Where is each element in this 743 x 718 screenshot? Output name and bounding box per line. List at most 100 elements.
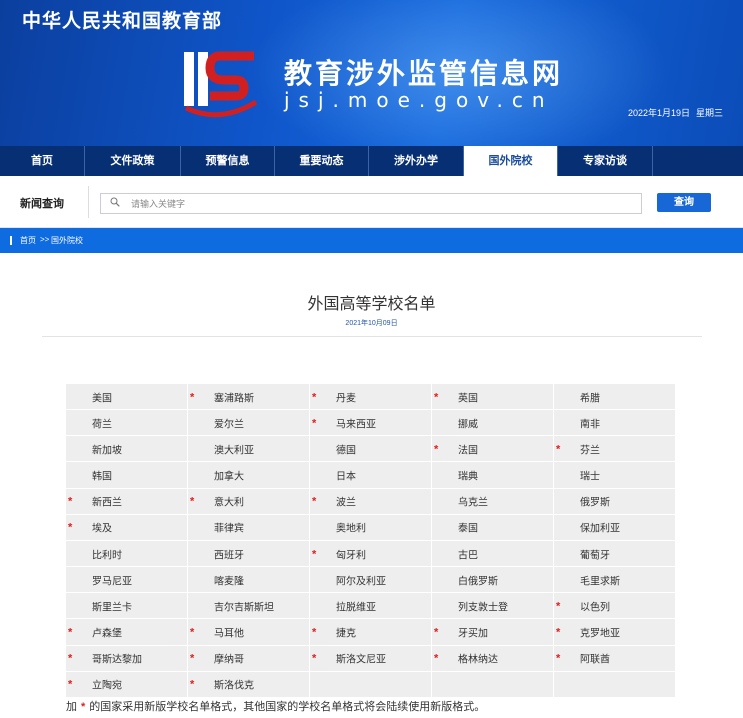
country-name[interactable]: 斯里兰卡 — [92, 598, 132, 613]
country-name[interactable]: 喀麦隆 — [214, 572, 244, 587]
country-name[interactable]: 立陶宛 — [92, 677, 122, 692]
country-cell[interactable]: * 波兰 — [310, 488, 431, 514]
country-cell[interactable]: * 捷克 — [310, 619, 431, 645]
country-name[interactable]: 日本 — [336, 468, 356, 483]
nav-item-cooperation[interactable]: 涉外办学 — [369, 146, 464, 176]
country-cell[interactable]: 葡萄牙 — [554, 540, 675, 567]
country-name[interactable]: 斯洛文尼亚 — [336, 651, 386, 666]
country-name[interactable]: 丹麦 — [336, 389, 356, 404]
country-cell[interactable]: * 丹麦 — [310, 384, 431, 410]
country-name[interactable]: 列支敦士登 — [458, 598, 508, 613]
country-cell[interactable]: 罗马尼亚 — [66, 567, 187, 593]
country-name[interactable]: 芬兰 — [580, 441, 600, 456]
country-name[interactable]: 希腊 — [580, 389, 600, 404]
country-name[interactable]: 以色列 — [580, 598, 610, 613]
country-cell[interactable]: 列支敦士登 — [432, 593, 553, 619]
country-cell[interactable]: 吉尔吉斯斯坦 — [188, 593, 309, 619]
country-cell[interactable]: 毛里求斯 — [554, 567, 675, 593]
country-name[interactable]: 阿联酋 — [580, 651, 610, 666]
country-cell[interactable]: * 芬兰 — [554, 436, 675, 462]
country-cell[interactable]: * 以色列 — [554, 593, 675, 619]
nav-item-policy[interactable]: 文件政策 — [85, 146, 181, 176]
country-cell[interactable]: 西班牙 — [188, 540, 309, 567]
country-name[interactable]: 牙买加 — [458, 625, 488, 640]
country-cell[interactable]: * 意大利 — [188, 488, 309, 514]
country-cell[interactable]: * 新西兰 — [66, 488, 187, 514]
country-name[interactable]: 格林纳达 — [458, 651, 498, 666]
country-cell[interactable]: 阿尔及利亚 — [310, 567, 431, 593]
breadcrumb-current[interactable]: 国外院校 — [51, 235, 83, 246]
country-name[interactable]: 哥斯达黎加 — [92, 651, 142, 666]
country-cell[interactable]: 德国 — [310, 436, 431, 462]
ministry-name[interactable]: 中华人民共和国教育部 — [22, 6, 222, 33]
country-cell[interactable]: * 格林纳达 — [432, 645, 553, 671]
nav-item-foreign-schools[interactable]: 国外院校 — [464, 146, 558, 176]
country-cell[interactable]: * 牙买加 — [432, 619, 553, 645]
country-cell[interactable]: 澳大利亚 — [188, 436, 309, 462]
search-input[interactable] — [131, 196, 631, 211]
breadcrumb-home[interactable]: 首页 — [20, 235, 36, 246]
country-name[interactable]: 比利时 — [92, 546, 122, 561]
country-name[interactable]: 韩国 — [92, 468, 112, 483]
country-name[interactable]: 美国 — [92, 389, 112, 404]
country-cell[interactable]: * 塞浦路斯 — [188, 384, 309, 410]
site-logo-icon[interactable] — [180, 42, 260, 122]
country-cell[interactable]: * 马耳他 — [188, 619, 309, 645]
country-name[interactable]: 瑞典 — [458, 468, 478, 483]
country-name[interactable]: 俄罗斯 — [580, 494, 610, 509]
country-name[interactable]: 奥地利 — [336, 520, 366, 535]
country-cell[interactable]: * 斯洛文尼亚 — [310, 645, 431, 671]
country-name[interactable]: 拉脱维亚 — [336, 598, 376, 613]
country-name[interactable]: 法国 — [458, 441, 478, 456]
country-name[interactable]: 匈牙利 — [336, 546, 366, 561]
country-cell[interactable]: 挪威 — [432, 410, 553, 436]
country-cell[interactable]: * 英国 — [432, 384, 553, 410]
country-name[interactable]: 挪威 — [458, 415, 478, 430]
country-name[interactable]: 阿尔及利亚 — [336, 572, 386, 587]
country-cell[interactable]: 奥地利 — [310, 514, 431, 540]
country-cell[interactable]: * 阿联酋 — [554, 645, 675, 671]
country-name[interactable]: 泰国 — [458, 520, 478, 535]
country-cell[interactable]: * 立陶宛 — [66, 671, 187, 697]
country-name[interactable]: 克罗地亚 — [580, 625, 620, 640]
country-cell[interactable]: 白俄罗斯 — [432, 567, 553, 593]
country-name[interactable]: 西班牙 — [214, 546, 244, 561]
country-cell[interactable]: 菲律宾 — [188, 514, 309, 540]
country-name[interactable]: 加拿大 — [214, 468, 244, 483]
country-cell[interactable]: 日本 — [310, 462, 431, 488]
country-cell[interactable]: 喀麦隆 — [188, 567, 309, 593]
country-cell[interactable]: 瑞士 — [554, 462, 675, 488]
country-cell[interactable]: * 克罗地亚 — [554, 619, 675, 645]
country-name[interactable]: 保加利亚 — [580, 520, 620, 535]
nav-item-interviews[interactable]: 专家访谈 — [558, 146, 653, 176]
country-name[interactable]: 爱尔兰 — [214, 415, 244, 430]
country-name[interactable]: 德国 — [336, 441, 356, 456]
nav-item-news[interactable]: 重要动态 — [275, 146, 369, 176]
country-cell[interactable]: * 斯洛伐克 — [188, 671, 309, 697]
country-name[interactable]: 斯洛伐克 — [214, 677, 254, 692]
country-name[interactable]: 卢森堡 — [92, 625, 122, 640]
country-name[interactable]: 澳大利亚 — [214, 441, 254, 456]
country-cell[interactable]: * 哥斯达黎加 — [66, 645, 187, 671]
country-cell[interactable]: 瑞典 — [432, 462, 553, 488]
country-name[interactable]: 塞浦路斯 — [214, 389, 254, 404]
search-box[interactable] — [100, 193, 642, 214]
search-button[interactable]: 查询 — [657, 193, 711, 212]
country-cell[interactable]: 荷兰 — [66, 410, 187, 436]
country-name[interactable]: 乌克兰 — [458, 494, 488, 509]
country-name[interactable]: 吉尔吉斯斯坦 — [214, 598, 274, 613]
country-name[interactable]: 意大利 — [214, 494, 244, 509]
country-name[interactable]: 新加坡 — [92, 441, 122, 456]
country-name[interactable]: 白俄罗斯 — [458, 572, 498, 587]
country-name[interactable]: 马耳他 — [214, 625, 244, 640]
country-cell[interactable]: 爱尔兰 — [188, 410, 309, 436]
country-cell[interactable]: * 卢森堡 — [66, 619, 187, 645]
country-cell[interactable]: 泰国 — [432, 514, 553, 540]
country-cell[interactable]: 乌克兰 — [432, 488, 553, 514]
country-name[interactable]: 荷兰 — [92, 415, 112, 430]
nav-item-home[interactable]: 首页 — [0, 146, 85, 176]
country-cell[interactable]: 新加坡 — [66, 436, 187, 462]
country-name[interactable]: 菲律宾 — [214, 520, 244, 535]
country-name[interactable]: 埃及 — [92, 520, 112, 535]
country-cell[interactable]: 韩国 — [66, 462, 187, 488]
